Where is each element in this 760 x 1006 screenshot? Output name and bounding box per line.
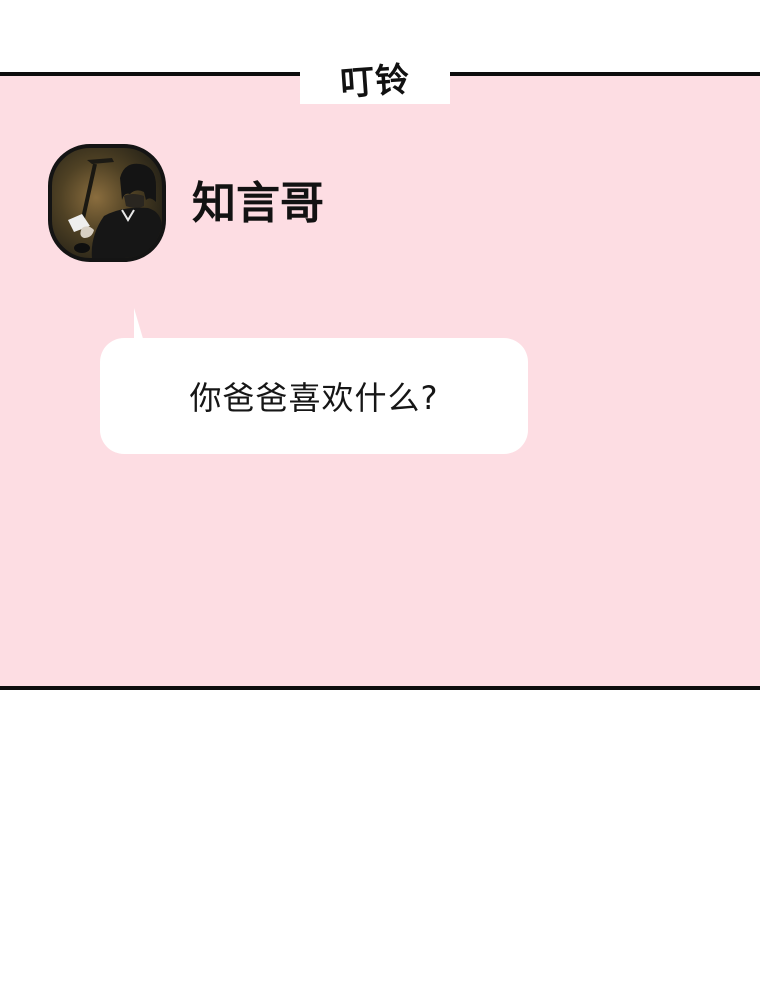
message-bubble[interactable]: 你爸爸喜欢什么? — [100, 338, 528, 454]
chat-header: 叮铃 — [300, 52, 450, 104]
message-bubble-tail — [134, 308, 156, 342]
contact-name[interactable]: 知言哥 — [192, 178, 324, 230]
message-text: 你爸爸喜欢什么? — [189, 379, 439, 417]
contact-avatar[interactable] — [48, 144, 166, 262]
profile-avatar-icon — [68, 158, 162, 258]
header-title: 叮铃 — [338, 59, 412, 104]
